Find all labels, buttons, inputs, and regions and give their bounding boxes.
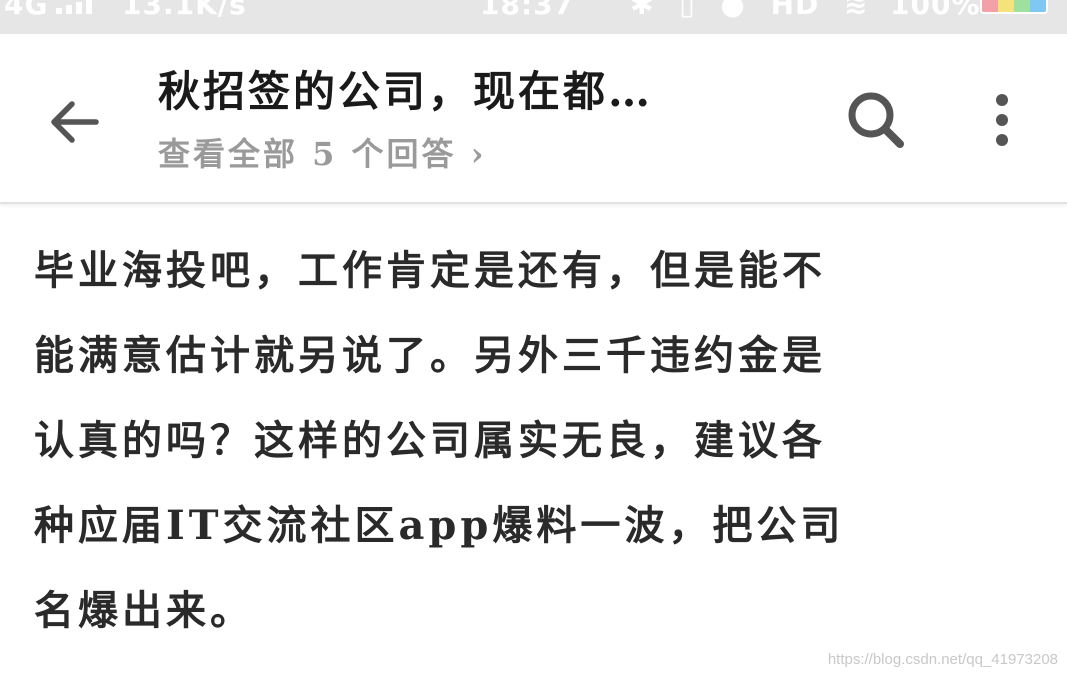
more-options-button[interactable] <box>966 80 1038 160</box>
question-title[interactable]: 秋招签的公司，现在都… <box>158 64 798 120</box>
watermark: https://blog.csdn.net/qq_41973208 <box>827 651 1058 668</box>
bluetooth-icon: ✱ <box>630 0 655 21</box>
more-vertical-icon <box>996 94 1008 146</box>
battery-segment <box>1030 0 1046 12</box>
battery-icon <box>980 0 1048 14</box>
answer-line: 毕业海投吧，工作肯定是还有，但是能不 <box>34 247 826 294</box>
network-speed: 13.1K/s <box>122 0 247 21</box>
back-button[interactable] <box>38 86 110 158</box>
status-bar: 4G 13.1K/s 18:37 ✱ ▯ ● HD ≋ 100% <box>0 0 1067 34</box>
status-time: 18:37 <box>480 0 575 21</box>
answer-line: 能满意估计就另说了。另外三千违约金是 <box>34 332 826 379</box>
app-bar: 秋招签的公司，现在都… 查看全部 5 个回答 › <box>0 34 1067 204</box>
battery-segment <box>982 0 998 12</box>
vibrate-icon: ▯ <box>679 0 696 21</box>
screen: 4G 13.1K/s 18:37 ✱ ▯ ● HD ≋ 100% 秋招签的公司，… <box>0 0 1067 678</box>
battery-segment <box>1014 0 1030 12</box>
hd-icon: HD <box>770 0 820 21</box>
view-all-answers-link[interactable]: 查看全部 5 个回答 › <box>158 134 487 174</box>
alarm-icon: ● <box>720 0 746 21</box>
answer-line: 种应届IT交流社区app爆料一波，把公司 <box>34 502 845 549</box>
status-icons: ✱ ▯ ● HD ≋ <box>630 0 868 21</box>
arrow-left-icon <box>51 101 99 143</box>
wifi-icon: ≋ <box>844 0 869 21</box>
answer-line: 名爆出来。 <box>34 587 254 634</box>
search-icon <box>848 92 904 148</box>
battery-segment <box>998 0 1014 12</box>
answer-line: 认真的吗？这样的公司属实无良，建议各 <box>34 417 826 464</box>
search-button[interactable] <box>836 80 916 160</box>
title-block: 秋招签的公司，现在都… 查看全部 5 个回答 › <box>158 64 798 174</box>
answer-body: 毕业海投吧，工作肯定是还有，但是能不 能满意估计就另说了。另外三千违约金是 认真… <box>34 228 1024 653</box>
battery-percent: 100% <box>890 0 981 21</box>
signal-strength-icon <box>56 0 92 14</box>
network-type: 4G <box>4 0 49 21</box>
